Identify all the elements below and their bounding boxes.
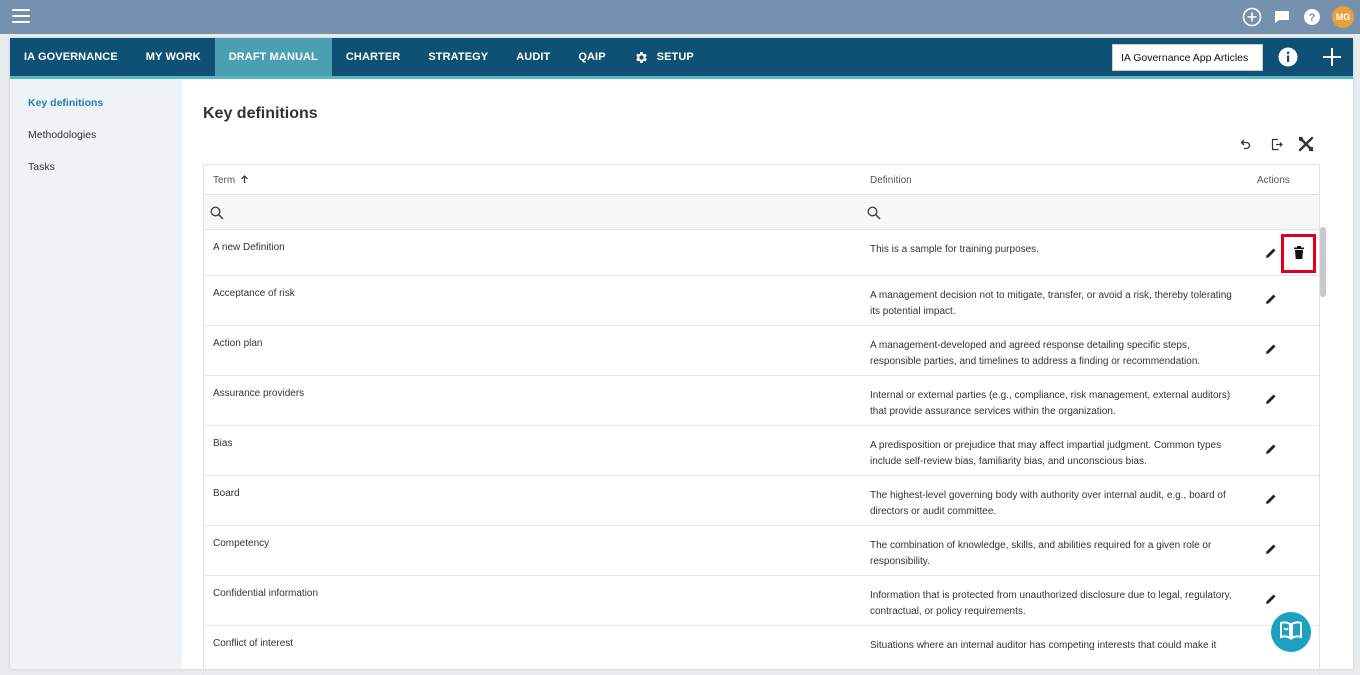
top-bar: ? MG — [0, 0, 1360, 34]
nav-tabs: IA GOVERNANCE MY WORK DRAFT MANUAL CHART… — [10, 38, 708, 76]
table-row[interactable]: Assurance providers Internal or external… — [204, 376, 1319, 426]
term-cell: A new Definition — [213, 242, 285, 253]
tab-label: AUDIT — [516, 51, 551, 63]
sidebar-item-key-definitions[interactable]: Key definitions — [28, 97, 103, 109]
tab-label: SETUP — [656, 51, 694, 63]
gear-icon — [634, 50, 649, 65]
term-cell: Bias — [213, 438, 233, 449]
table-row[interactable]: Board The highest-level governing body w… — [204, 476, 1319, 526]
table-row[interactable]: Confidential information Information tha… — [204, 576, 1319, 626]
tools-icon[interactable] — [1297, 135, 1315, 153]
table-row[interactable]: A new Definition This is a sample for tr… — [204, 230, 1319, 276]
definition-cell: A management decision not to mitigate, t… — [870, 290, 1232, 317]
column-label: Term — [213, 175, 236, 186]
tab-label: STRATEGY — [428, 51, 489, 63]
edit-pencil-icon[interactable] — [1264, 342, 1278, 356]
sidebar-item-tasks[interactable]: Tasks — [28, 161, 55, 173]
definition-cell: A predisposition or prejudice that may a… — [870, 440, 1222, 467]
edit-pencil-icon[interactable] — [1264, 442, 1278, 456]
tab-ia-governance[interactable]: IA GOVERNANCE — [10, 38, 132, 76]
table-scrollbar[interactable] — [1320, 227, 1326, 297]
help-book-button[interactable] — [1271, 612, 1311, 652]
table-row[interactable]: Action plan A management-developed and a… — [204, 326, 1319, 376]
term-cell: Conflict of interest — [213, 638, 294, 649]
sort-ascending-icon — [238, 175, 249, 186]
term-cell: Acceptance of risk — [213, 288, 295, 299]
term-cell: Competency — [213, 538, 270, 549]
definition-cell: The highest-level governing body with au… — [870, 490, 1226, 517]
definition-filter-search-icon[interactable] — [867, 206, 881, 220]
export-icon[interactable] — [1267, 135, 1285, 153]
column-header-actions: Actions — [1257, 175, 1290, 186]
sidebar-item-methodologies[interactable]: Methodologies — [28, 129, 96, 141]
page-title: Key definitions — [203, 105, 318, 122]
definition-cell: The combination of knowledge, skills, an… — [870, 540, 1212, 567]
user-avatar[interactable]: MG — [1332, 6, 1354, 28]
tab-label: QAIP — [578, 51, 606, 63]
app-frame: IA GOVERNANCE MY WORK DRAFT MANUAL CHART… — [10, 38, 1353, 675]
plus-icon[interactable] — [1321, 46, 1343, 68]
definition-cell: This is a sample for training purposes. — [870, 244, 1039, 255]
main-nav: IA GOVERNANCE MY WORK DRAFT MANUAL CHART… — [10, 38, 1353, 79]
book-icon — [1279, 619, 1303, 646]
hamburger-menu-icon[interactable] — [12, 9, 30, 23]
add-circle-icon[interactable] — [1242, 7, 1262, 27]
tab-audit[interactable]: AUDIT — [502, 38, 564, 76]
term-cell: Assurance providers — [213, 388, 305, 399]
tab-setup[interactable]: SETUP — [620, 38, 708, 76]
tab-my-work[interactable]: MY WORK — [132, 38, 215, 76]
tab-label: IA GOVERNANCE — [24, 51, 118, 63]
term-cell: Confidential information — [213, 588, 319, 599]
sidebar: Key definitions Methodologies Tasks — [10, 79, 182, 669]
edit-pencil-icon[interactable] — [1264, 492, 1278, 506]
column-header-term[interactable]: Term — [213, 175, 249, 186]
column-header-definition[interactable]: Definition — [870, 175, 912, 186]
top-icons: ? MG — [1242, 6, 1354, 28]
tab-label: DRAFT MANUAL — [228, 51, 318, 63]
table-header: Term Definition Actions — [204, 165, 1319, 195]
main-content: Key definitions Term Definition Actions — [182, 79, 1353, 675]
tab-charter[interactable]: CHARTER — [332, 38, 414, 76]
delete-button-highlighted[interactable] — [1281, 234, 1316, 273]
definition-cell: Situations where an internal auditor has… — [870, 640, 1217, 651]
definition-cell: A management-developed and agreed respon… — [870, 340, 1201, 367]
table-toolbar — [1237, 135, 1315, 153]
chat-icon[interactable] — [1272, 7, 1292, 27]
definition-cell: Internal or external parties (e.g., comp… — [870, 390, 1231, 417]
tab-draft-manual[interactable]: DRAFT MANUAL — [214, 38, 332, 76]
help-icon[interactable]: ? — [1302, 7, 1322, 27]
table-row[interactable]: Conflict of interest Situations where an… — [204, 626, 1319, 675]
trash-icon — [1293, 245, 1305, 262]
filter-row — [204, 195, 1319, 230]
tab-strategy[interactable]: STRATEGY — [414, 38, 502, 76]
definition-cell: Information that is protected from unaut… — [870, 590, 1232, 617]
articles-search-input[interactable]: IA Governance App Articles — [1112, 44, 1263, 71]
edit-pencil-icon[interactable] — [1264, 246, 1278, 260]
tab-label: CHARTER — [345, 51, 401, 63]
edit-pencil-icon[interactable] — [1264, 292, 1278, 306]
tab-qaip[interactable]: QAIP — [564, 38, 619, 76]
edit-pencil-icon[interactable] — [1264, 392, 1278, 406]
table-row[interactable]: Bias A predisposition or prejudice that … — [204, 426, 1319, 476]
table-row[interactable]: Competency The combination of knowledge,… — [204, 526, 1319, 576]
undo-icon[interactable] — [1237, 135, 1255, 153]
tab-label: MY WORK — [145, 51, 201, 63]
term-cell: Action plan — [213, 338, 263, 349]
info-icon[interactable] — [1278, 47, 1298, 67]
edit-pencil-icon[interactable] — [1264, 592, 1278, 606]
edit-pencil-icon[interactable] — [1264, 542, 1278, 556]
table-row[interactable]: Acceptance of risk A management decision… — [204, 276, 1319, 326]
term-cell: Board — [213, 488, 240, 499]
term-filter-search-icon[interactable] — [210, 206, 224, 220]
definitions-table: Term Definition Actions A new Definition… — [203, 164, 1320, 675]
svg-text:?: ? — [1309, 12, 1316, 24]
